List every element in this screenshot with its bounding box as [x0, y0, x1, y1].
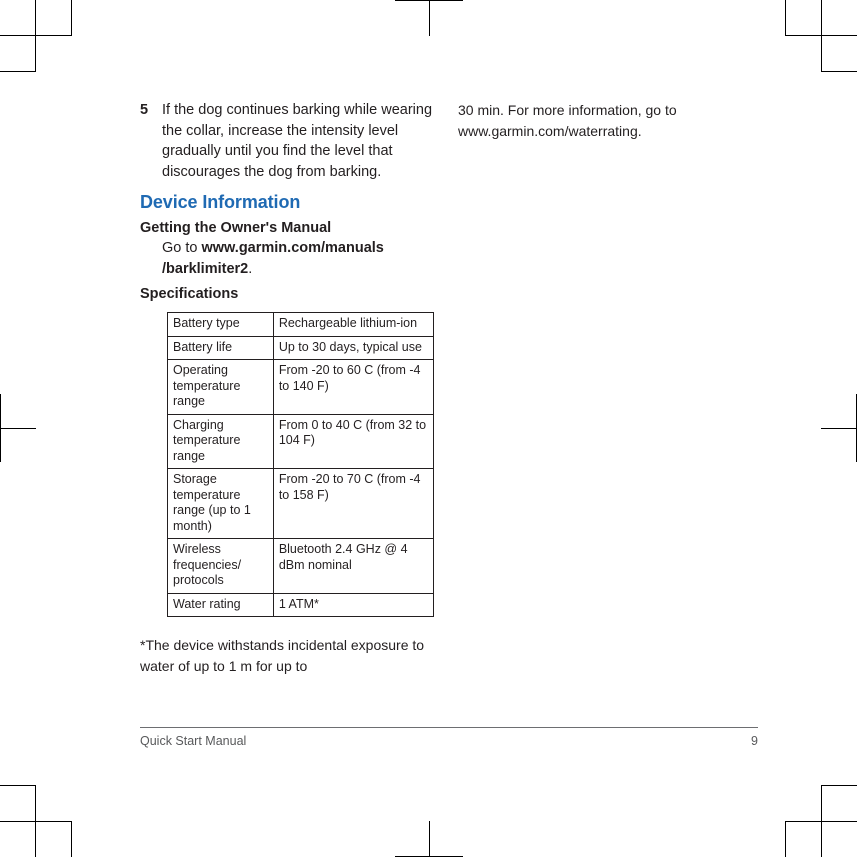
owners-manual-trailing: . [248, 260, 253, 277]
spec-label: Storage temperature range (up to 1 month… [167, 468, 274, 539]
subsection-heading-owners-manual: Getting the Owner's Manual [140, 220, 332, 236]
spec-value: From -20 to 60 C (from -4 to 140 F) [272, 359, 435, 415]
owners-manual-instruction: Go to www.garmin.com/manuals /barklimite… [162, 238, 440, 279]
table-row: Charging temperature range From 0 to 40 … [167, 413, 435, 469]
footer-content: Quick Start Manual 9 [140, 734, 758, 748]
section-heading-device-information: Device Information [140, 192, 301, 212]
footer-page-number: 9 [751, 734, 758, 748]
subsection-heading-specifications: Specifications [140, 286, 239, 302]
table-row: Storage temperature range (up to 1 month… [167, 468, 435, 539]
right-column: 30 min. For more information, go to www.… [458, 100, 758, 141]
page-footer: Quick Start Manual 9 [140, 727, 758, 748]
spec-value: Rechargeable lithium-ion [272, 312, 435, 337]
spec-label: Battery life [167, 335, 274, 360]
spec-label: Water rating [167, 592, 274, 617]
spec-label: Wireless frequencies/ protocols [167, 538, 274, 594]
step-text: If the dog continues barking while weari… [162, 102, 433, 180]
spec-value: From 0 to 40 C (from 32 to 104 F) [272, 413, 435, 469]
specifications-table-body: Battery type Rechargeable lithium-ion Ba… [167, 312, 435, 617]
manual-page: 5 If the dog continues barking while wea… [0, 0, 857, 857]
table-row: Water rating 1 ATM* [167, 592, 435, 617]
left-column: 5 If the dog continues barking while wea… [140, 100, 440, 690]
spec-label: Operating temperature range [167, 359, 274, 415]
water-rating-footnote: *The device withstands incidental exposu… [140, 637, 425, 674]
table-row: Operating temperature range From -20 to … [167, 359, 435, 415]
spec-label: Charging temperature range [167, 413, 274, 469]
footer-document-title: Quick Start Manual [140, 734, 247, 748]
spec-value: 1 ATM* [272, 592, 435, 617]
footer-divider [140, 727, 758, 728]
table-row: Battery type Rechargeable lithium-ion [167, 312, 435, 337]
footnote-continuation: 30 min. For more information, go to www.… [458, 102, 677, 139]
spec-value: Up to 30 days, typical use [272, 335, 435, 360]
table-row: Wireless frequencies/ protocols Bluetoot… [167, 538, 435, 594]
specifications-table: Battery type Rechargeable lithium-ion Ba… [167, 312, 435, 617]
procedure-step-5: 5 If the dog continues barking while wea… [140, 100, 440, 182]
table-row: Battery life Up to 30 days, typical use [167, 335, 435, 360]
step-number: 5 [140, 102, 149, 118]
spec-value: From -20 to 70 C (from -4 to 158 F) [272, 468, 435, 539]
spec-value: Bluetooth 2.4 GHz @ 4 dBm nominal [272, 538, 435, 594]
owners-manual-lead-in: Go to [162, 240, 202, 256]
spec-label: Battery type [167, 312, 274, 337]
